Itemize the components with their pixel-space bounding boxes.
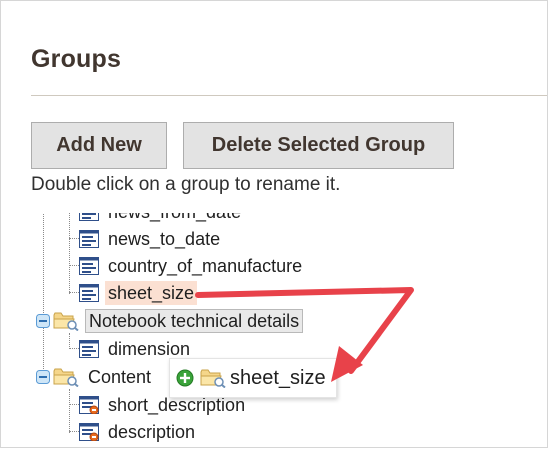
add-new-button[interactable]: Add New <box>31 122 167 169</box>
attribute-icon <box>79 257 99 275</box>
title-divider <box>31 95 547 96</box>
system-attribute-icon <box>79 423 99 442</box>
tree-connector <box>69 431 79 432</box>
folder-icon <box>200 368 226 389</box>
rename-hint: Double click on a group to rename it. <box>31 174 341 195</box>
attribute-groups-panel: Groups Add New Delete Selected Group Dou… <box>0 0 548 448</box>
tree-group-content[interactable]: Content <box>53 364 154 390</box>
tree-connector <box>69 348 79 349</box>
tree-item-sheet-size[interactable]: sheet_size <box>79 280 198 306</box>
tree-root-line <box>43 206 44 381</box>
tree-connector <box>69 265 79 266</box>
attribute-icon <box>79 340 99 358</box>
folder-icon <box>53 311 79 332</box>
system-attribute-icon <box>79 396 99 415</box>
tree-item-label: news_to_date <box>108 229 221 249</box>
tree-group-notebook-technical-details[interactable]: Notebook technical details <box>53 308 304 334</box>
collapse-toggle-icon[interactable] <box>36 314 50 328</box>
tree-group-label: Notebook technical details <box>85 309 304 333</box>
tree-item-description[interactable]: description <box>79 419 198 445</box>
tree-item-country-of-manufacture[interactable]: country_of_manufacture <box>79 253 305 279</box>
folder-icon <box>53 367 79 388</box>
drag-ghost[interactable]: sheet_size <box>169 358 337 398</box>
tree-branch-line <box>69 389 70 433</box>
page-title: Groups <box>31 45 122 73</box>
tree-connector <box>69 238 79 239</box>
tree-item-label: description <box>108 422 196 442</box>
tree-scroll-clip <box>1 201 547 213</box>
add-badge-icon <box>176 369 194 387</box>
tree-item-label: country_of_manufacture <box>108 256 303 276</box>
tree-branch-line <box>69 333 70 349</box>
tree-item-label: sheet_size <box>105 281 198 305</box>
attribute-icon <box>79 230 99 248</box>
tree-group-label: Content <box>88 367 152 387</box>
attribute-icon <box>79 284 99 302</box>
drag-ghost-label: sheet_size <box>230 366 326 389</box>
delete-selected-group-button[interactable]: Delete Selected Group <box>183 122 454 169</box>
tree-connector <box>69 292 79 293</box>
tree-branch-line <box>69 206 70 294</box>
collapse-toggle-icon[interactable] <box>36 370 50 384</box>
tree-item-news-to-date[interactable]: news_to_date <box>79 226 223 252</box>
tree-connector <box>69 404 79 405</box>
